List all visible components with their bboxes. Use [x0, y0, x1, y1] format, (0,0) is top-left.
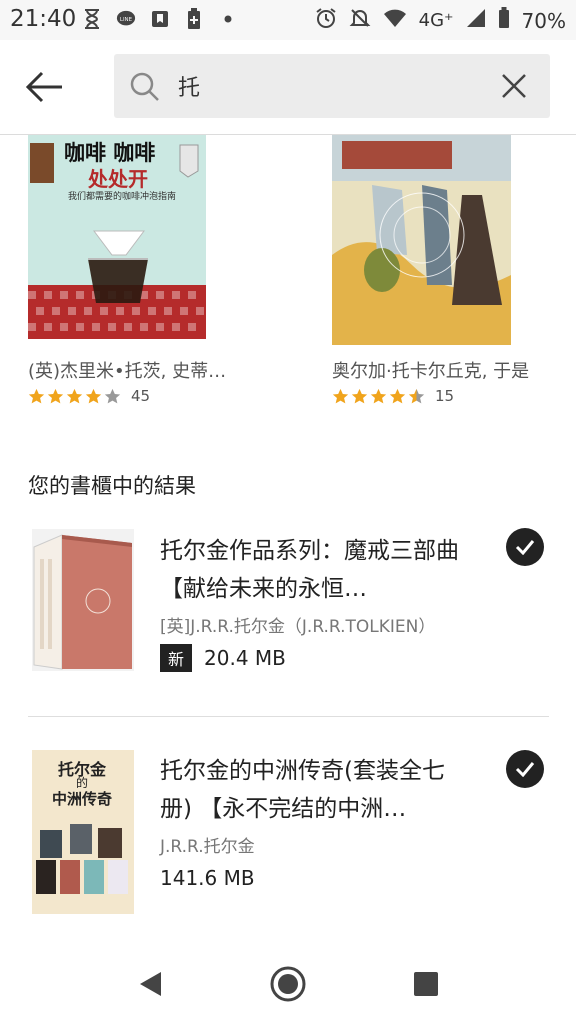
star-icon: [66, 388, 83, 403]
new-badge: 新: [160, 644, 193, 672]
file-size: 141.6 MB: [160, 866, 255, 890]
star-rating: 15: [332, 387, 454, 405]
book-cover[interactable]: [332, 135, 511, 345]
book-author: J.R.R.托尔金: [160, 837, 255, 857]
close-icon[interactable]: [500, 72, 528, 100]
triangle-back-icon: [140, 972, 161, 996]
system-nav-bar: [0, 944, 576, 1024]
rating-count: 45: [131, 387, 151, 405]
painting-book-cover-art: [332, 135, 511, 345]
bookmark-icon: [150, 9, 170, 29]
wifi-icon: [383, 8, 407, 33]
book-cover[interactable]: 托尔金 的 中洲传奇: [32, 750, 134, 914]
lotr-box-cover-art: [32, 529, 134, 671]
battery-icon: [498, 7, 510, 34]
dot-icon: [218, 9, 238, 29]
cover-title-line-3: 中洲传奇: [52, 790, 113, 808]
home-circle-icon: [270, 966, 306, 1002]
downloaded-check-button[interactable]: [506, 528, 544, 566]
rating-count: 15: [435, 387, 455, 405]
search-box[interactable]: 托: [114, 54, 550, 118]
library-item[interactable]: 托尔金作品系列：魔戒三部曲 【献给未来的永恒… [英]J.R.R.托尔金（J.R…: [0, 520, 576, 740]
downloaded-check-button[interactable]: [506, 750, 544, 788]
nav-recents-button[interactable]: [406, 964, 446, 1004]
network-type: 4G⁺: [418, 10, 454, 31]
status-bar: 21:40 LINE 4G⁺ 70%: [0, 0, 576, 40]
book-cover[interactable]: [32, 529, 134, 671]
back-button[interactable]: [20, 65, 68, 109]
book-author: (英)杰里米•托茨, 史蒂…: [28, 361, 227, 382]
book-title[interactable]: 托尔金的中洲传奇(套装全七册) 【永不完结的中洲…: [160, 752, 460, 828]
book-author: [英]J.R.R.托尔金（J.R.R.TOLKIEN）: [160, 617, 436, 637]
square-recents-icon: [414, 972, 438, 996]
cover-title-line-2: 处处开: [88, 167, 148, 191]
search-input[interactable]: 托: [178, 70, 200, 102]
star-icon: [351, 388, 368, 403]
star-icon: [85, 388, 102, 403]
mute-icon: [349, 7, 371, 34]
book-title[interactable]: 托尔金作品系列：魔戒三部曲 【献给未来的永恒…: [160, 532, 460, 608]
check-icon: [515, 762, 535, 777]
book-author: 奥尔加·托卡尔丘克, 于是: [332, 361, 530, 382]
recommendation-card[interactable]: 奥尔加·托卡尔丘克, 于是 15: [332, 135, 562, 415]
hourglass-icon: [82, 9, 102, 29]
star-icon: [28, 388, 45, 403]
svg-text:LINE: LINE: [120, 17, 133, 23]
star-rating: 45: [28, 387, 150, 405]
star-icon: [47, 388, 64, 403]
star-icon: [389, 388, 406, 403]
search-icon: [130, 72, 159, 101]
nav-home-button[interactable]: [268, 964, 308, 1004]
library-section-title: 您的書櫃中的結果: [28, 474, 196, 498]
app-bar: 托: [0, 40, 576, 135]
book-cover[interactable]: 咖啡 咖啡 处处开 我们都需要的咖啡冲泡指南: [28, 135, 206, 339]
arrow-left-icon: [25, 71, 62, 103]
status-time: 21:40: [10, 6, 77, 32]
star-icon: [332, 388, 349, 403]
battery-percent: 70%: [521, 8, 566, 33]
battery-saver-icon: [184, 8, 204, 29]
alarm-icon: [315, 7, 337, 34]
recommendation-card[interactable]: 咖啡 咖啡 处处开 我们都需要的咖啡冲泡指南 (英)杰里米•托茨, 史蒂… 45: [28, 135, 268, 415]
check-icon: [515, 540, 535, 555]
signal-icon: [466, 8, 486, 33]
library-item[interactable]: 托尔金 的 中洲传奇 托尔金的中洲传奇(套装全七册) 【永不完结的中洲… J.R…: [0, 740, 576, 960]
cover-subtitle: 我们都需要的咖啡冲泡指南: [68, 192, 177, 202]
star-icon: [370, 388, 387, 403]
nav-back-button[interactable]: [130, 964, 170, 1004]
file-size: 20.4 MB: [204, 646, 286, 670]
line-icon: LINE: [116, 9, 136, 29]
star-half-icon: [408, 388, 425, 403]
star-empty-icon: [104, 388, 121, 403]
divider: [28, 716, 549, 717]
